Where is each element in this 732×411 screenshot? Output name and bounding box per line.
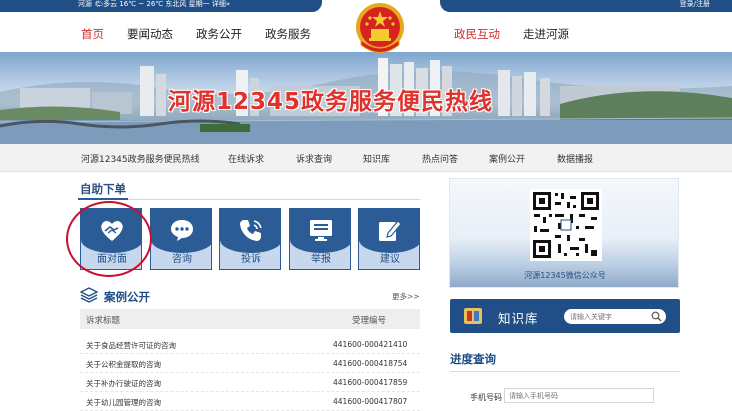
table-row[interactable]: 关于补办行驶证的咨询 441600-000417859 [80, 373, 420, 392]
cases-table-header: 诉求标题 受理编号 [80, 309, 420, 329]
table-row[interactable]: 关于幼儿园管理的咨询 441600-000417807 [80, 392, 420, 411]
wechat-qr-panel: 河源12345微信公众号 [449, 178, 679, 288]
subnav-item-online-request[interactable]: 在线诉求 [228, 152, 264, 165]
login-register-link[interactable]: 登录/注册 [680, 0, 710, 9]
case-title[interactable]: 关于公积金提取的咨询 [86, 359, 161, 370]
hotline-banner: 河源12345政务服务便民热线 [0, 52, 732, 144]
self-service-divider [78, 198, 420, 200]
service-face-to-face-button[interactable]: 面对面 [80, 208, 142, 270]
case-id: 441600-000417807 [333, 397, 408, 406]
qr-caption: 河源12345微信公众号 [524, 271, 606, 280]
table-row[interactable]: 关于食品经营许可证的咨询 441600-000421410 [80, 335, 420, 354]
phone-label: 手机号码 [470, 393, 502, 402]
subnav-item-request-query[interactable]: 诉求查询 [296, 152, 332, 165]
book-icon [464, 308, 482, 324]
subnav-item-knowledge-base[interactable]: 知识库 [363, 152, 390, 165]
service-consult-button[interactable]: 咨询 [150, 208, 212, 270]
pencil-note-icon [379, 220, 402, 241]
table-row[interactable]: 关于公积金提取的咨询 441600-000418754 [80, 354, 420, 373]
case-title[interactable]: 关于幼儿园管理的咨询 [86, 397, 161, 408]
nav-item-government-affairs[interactable]: 政务公开 [196, 26, 242, 42]
national-emblem-icon [356, 3, 404, 53]
case-id: 441600-000417859 [333, 378, 408, 387]
case-id: 441600-000421410 [333, 340, 408, 349]
nav-item-news[interactable]: 要闻动态 [127, 26, 173, 42]
service-label-face-to-face: 面对面 [97, 254, 127, 265]
phone-icon [240, 220, 262, 241]
search-icon[interactable] [651, 311, 662, 322]
nav-item-home[interactable]: 首页 [81, 26, 104, 42]
progress-query-title: 进度查询 [450, 352, 496, 366]
nav-item-about-heyuan[interactable]: 走进河源 [523, 26, 569, 42]
monitor-icon [310, 220, 332, 241]
nav-item-interaction[interactable]: 政民互动 [454, 26, 500, 42]
subnav-item-case-publicity[interactable]: 案例公开 [489, 152, 525, 165]
subnav-item-hotline[interactable]: 河源12345政务服务便民热线 [81, 152, 200, 165]
weather-info[interactable]: 河源 🌤多云 16℃ ~ 26℃ 东北风 星期一 详细» [78, 0, 230, 9]
cases-more-link[interactable]: 更多>> [392, 291, 420, 302]
knowledge-base-title: 知识库 [498, 311, 539, 326]
subnav-item-hot-qa[interactable]: 热点问答 [422, 152, 458, 165]
service-label-report: 举报 [311, 254, 331, 265]
phone-number-field[interactable] [504, 388, 654, 403]
layers-icon [80, 287, 98, 303]
nav-item-government-services[interactable]: 政务服务 [265, 26, 311, 42]
service-suggestion-button[interactable]: 建议 [358, 208, 420, 270]
progress-divider [450, 371, 680, 372]
knowledge-base-search-panel: 知识库 [450, 299, 680, 333]
case-id: 441600-000418754 [333, 359, 408, 368]
cases-title: 案例公开 [104, 290, 150, 304]
service-label-complaint: 投诉 [241, 254, 261, 265]
sub-nav: 河源12345政务服务便民热线 在线诉求 诉求查询 知识库 热点问答 案例公开 … [0, 144, 732, 172]
case-title[interactable]: 关于补办行驶证的咨询 [86, 378, 161, 389]
subnav-item-data-broadcast[interactable]: 数据播报 [557, 152, 593, 165]
service-complaint-button[interactable]: 投诉 [219, 208, 281, 270]
qr-code-image [530, 189, 602, 261]
banner-title: 河源12345政务服务便民热线 [168, 89, 494, 115]
column-header-title: 诉求标题 [86, 316, 121, 326]
service-label-suggestion: 建议 [380, 254, 400, 265]
chat-bubble-icon [171, 220, 193, 241]
case-title[interactable]: 关于食品经营许可证的咨询 [86, 340, 176, 351]
column-header-id: 受理编号 [352, 316, 387, 326]
service-report-button[interactable]: 举报 [289, 208, 351, 270]
handshake-heart-icon [101, 221, 123, 241]
self-service-title: 自助下单 [80, 182, 126, 196]
service-label-consult: 咨询 [172, 254, 192, 265]
